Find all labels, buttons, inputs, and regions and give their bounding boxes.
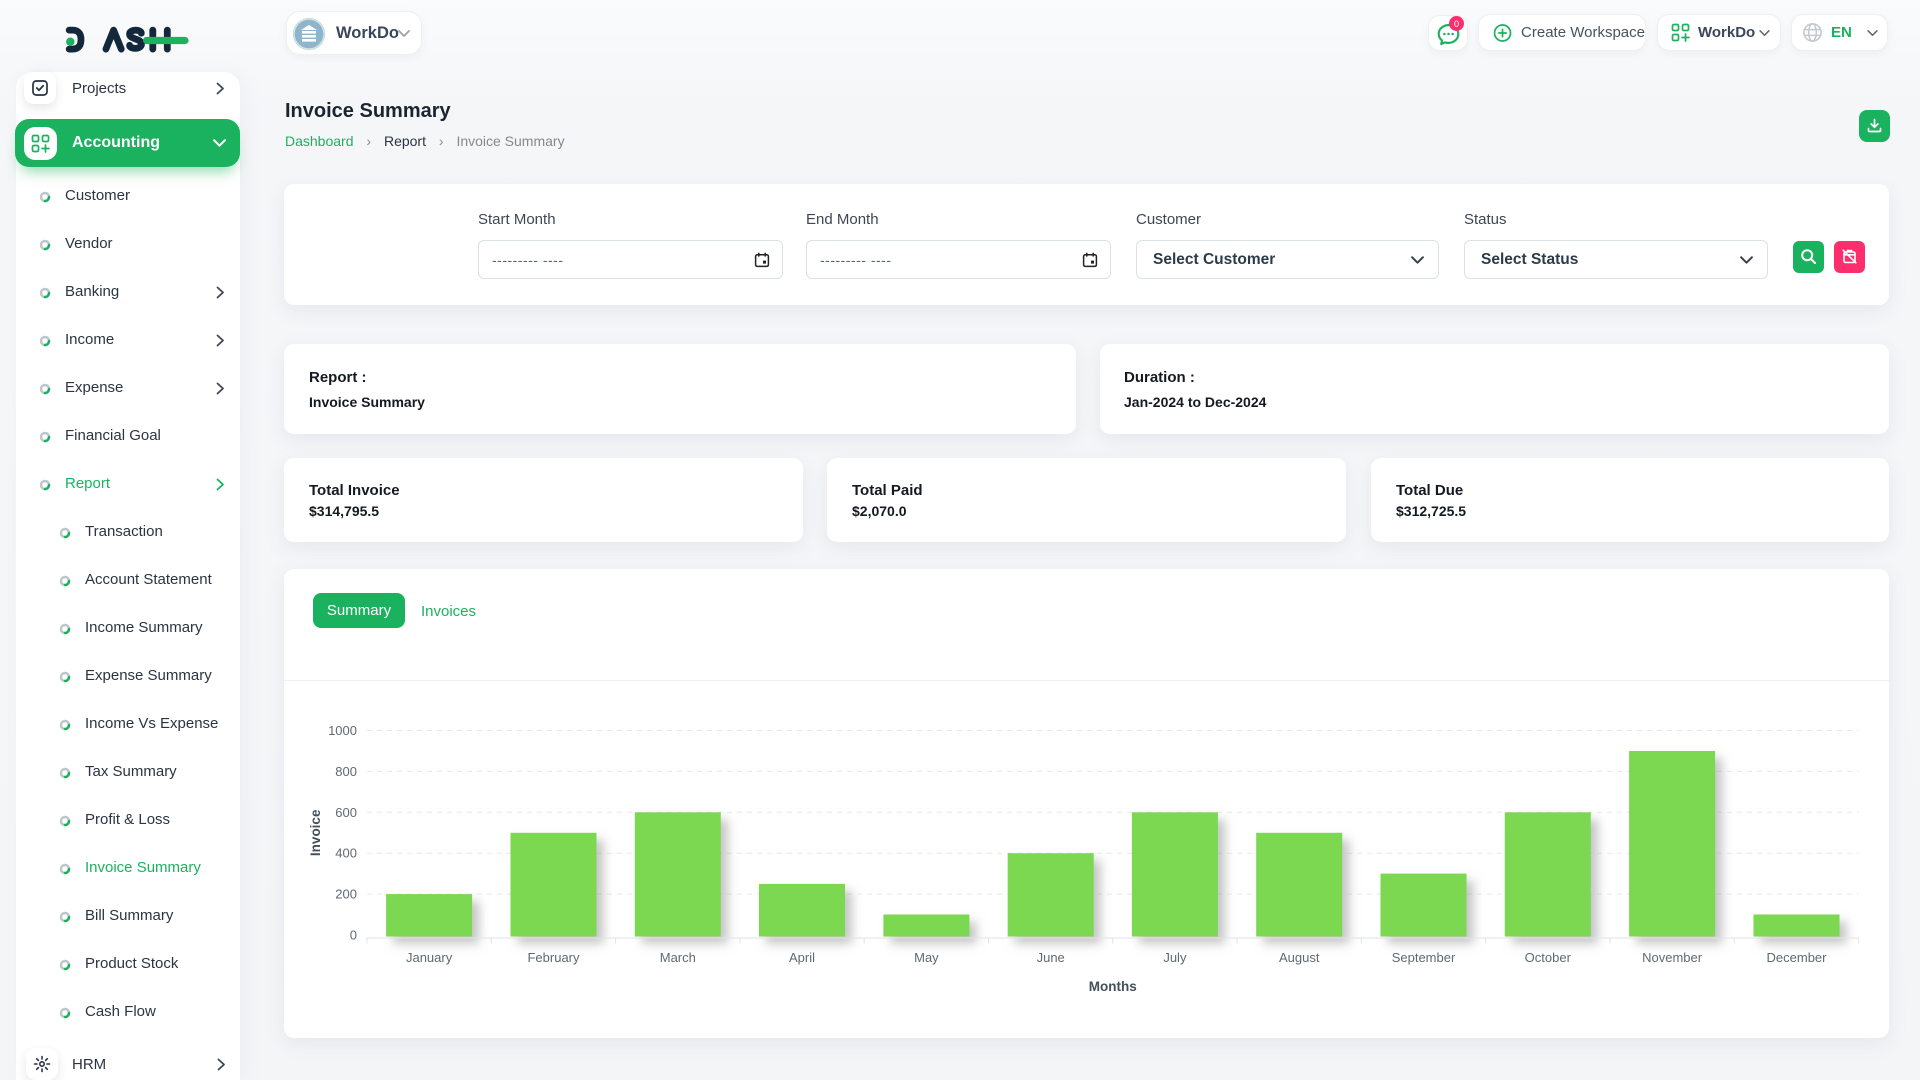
svg-text:July: July	[1163, 950, 1187, 965]
svg-text:0: 0	[350, 928, 357, 943]
svg-text:1000: 1000	[328, 723, 357, 738]
svg-text:January: January	[406, 950, 453, 965]
svg-text:600: 600	[335, 805, 357, 820]
svg-text:March: March	[660, 950, 696, 965]
svg-text:April: April	[789, 950, 815, 965]
svg-text:September: September	[1392, 950, 1456, 965]
svg-text:May: May	[914, 950, 939, 965]
svg-text:June: June	[1037, 950, 1065, 965]
svg-text:August: August	[1279, 950, 1320, 965]
svg-text:February: February	[527, 950, 580, 965]
svg-text:October: October	[1525, 950, 1572, 965]
svg-text:November: November	[1642, 950, 1703, 965]
svg-text:400: 400	[335, 846, 357, 861]
svg-text:200: 200	[335, 887, 357, 902]
svg-text:Invoice: Invoice	[308, 809, 323, 856]
svg-text:Months: Months	[1089, 979, 1137, 994]
svg-text:December: December	[1767, 950, 1828, 965]
svg-text:800: 800	[335, 764, 357, 779]
